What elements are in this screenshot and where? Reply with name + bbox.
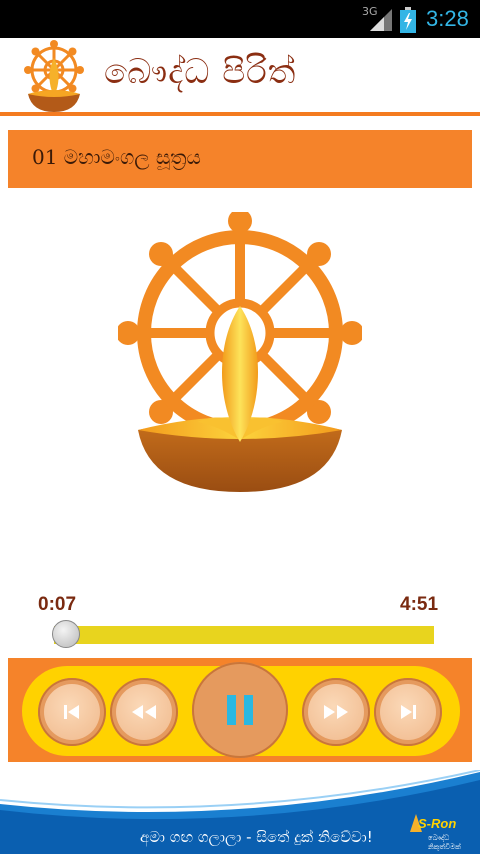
seek-thumb[interactable] xyxy=(51,620,80,648)
pause-icon xyxy=(227,695,253,725)
fast-forward-icon xyxy=(324,705,348,719)
skip-previous-icon xyxy=(64,705,79,719)
fast-forward-button[interactable] xyxy=(302,678,370,746)
status-time: 3:28 xyxy=(426,6,469,31)
pause-button[interactable] xyxy=(192,662,288,758)
rewind-button[interactable] xyxy=(110,678,178,746)
skip-next-icon xyxy=(401,705,416,719)
total-time: 4:51 xyxy=(400,594,439,615)
skip-previous-button[interactable] xyxy=(38,678,106,746)
current-time: 0:07 xyxy=(38,594,77,615)
battery-icon xyxy=(400,7,416,33)
status-bar: 3G 3:28 xyxy=(0,0,480,38)
banner-slogan: අමා ගඟ ගලාලා - සිතේ දුක් නිවේවා! xyxy=(140,828,373,846)
dharma-wheel-lamp-logo xyxy=(24,40,84,112)
app-header: බෞද්ධ පිරිත් xyxy=(0,38,480,118)
banner-brand: S-Ron xyxy=(418,816,457,831)
dharma-wheel-lamp-artwork xyxy=(118,212,362,492)
seek-bar[interactable] xyxy=(44,620,434,648)
app-title: බෞද්ධ පිරිත් xyxy=(104,52,297,92)
signal-icon xyxy=(370,9,392,31)
seek-track[interactable] xyxy=(54,626,434,644)
header-divider xyxy=(0,112,480,116)
track-title-bar: 01 මහාමංගල සූත්‍රය xyxy=(8,130,472,188)
track-title: 01 මහාමංගල සූත්‍රය xyxy=(32,145,201,169)
banner-brand-sub: බෞද්ධ නිකුත්වීමක් xyxy=(428,834,461,851)
playback-controls xyxy=(8,658,472,762)
rewind-icon xyxy=(132,705,156,719)
skip-next-button[interactable] xyxy=(374,678,442,746)
